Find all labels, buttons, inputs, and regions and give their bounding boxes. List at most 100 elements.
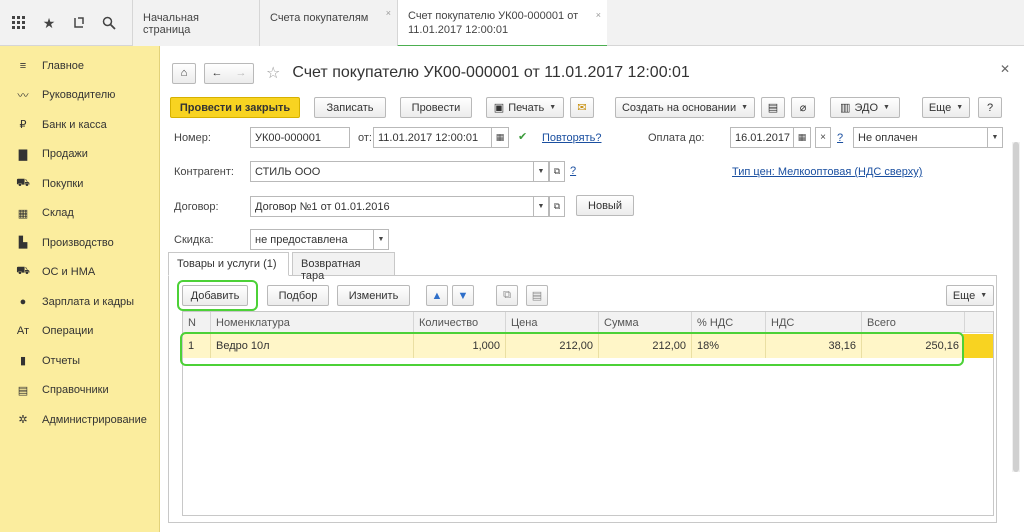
- date-input[interactable]: 11.01.2017 12:00:01: [373, 127, 492, 148]
- column-header[interactable]: Всего: [862, 312, 965, 333]
- sidebar-item-label: ОС и НМА: [42, 266, 96, 279]
- edo-label: ЭДО: [854, 101, 878, 114]
- column-header[interactable]: Номенклатура: [211, 312, 414, 333]
- paste-button[interactable]: ▤: [526, 285, 548, 306]
- column-header[interactable]: НДС: [766, 312, 862, 333]
- close-icon[interactable]: ×: [596, 8, 601, 22]
- sidebar-item[interactable]: ≡ Главное: [0, 51, 159, 81]
- tab-invoice-document[interactable]: Счет покупателю УК00-000001 от 11.01.201…: [397, 0, 607, 47]
- sidebar-item-label: Покупки: [42, 177, 84, 190]
- star-icon[interactable]: ★: [38, 12, 60, 34]
- chevron-down-icon[interactable]: ▼: [987, 127, 1003, 148]
- edo-button[interactable]: ▥ ЭДО ▼: [830, 97, 900, 118]
- more-label: Еще: [928, 101, 952, 114]
- move-down-button[interactable]: ▼: [452, 285, 474, 306]
- sidebar-item[interactable]: ⛟ Покупки: [0, 169, 159, 199]
- bar-chart-icon: ▮: [19, 355, 27, 368]
- vertical-scrollbar[interactable]: [1012, 142, 1020, 472]
- attach-button[interactable]: ⌀: [791, 97, 815, 118]
- help-link[interactable]: ?: [570, 165, 576, 177]
- clear-icon[interactable]: ×: [815, 127, 831, 148]
- repeat-link[interactable]: Повторять?: [542, 132, 602, 144]
- contract-input[interactable]: Договор №1 от 01.01.2016: [250, 196, 534, 217]
- sidebar-item[interactable]: ✲ Администрирование: [0, 405, 159, 435]
- contract-label: Договор:: [174, 201, 219, 213]
- nav-buttons: ← →: [204, 62, 254, 84]
- sidebar-item-label: Операции: [42, 325, 94, 338]
- column-header[interactable]: Количество: [414, 312, 506, 333]
- tab-goods-services[interactable]: Товары и услуги (1): [168, 252, 289, 276]
- payment-status-select[interactable]: Не оплачен: [853, 127, 988, 148]
- scrollbar-thumb[interactable]: [1013, 142, 1019, 472]
- create-based-on-button[interactable]: Создать на основании ▼: [615, 97, 755, 118]
- print-label: Печать: [508, 101, 545, 114]
- table-more-button[interactable]: Еще ▼: [946, 285, 994, 306]
- column-header[interactable]: Сумма: [599, 312, 692, 333]
- apps-grid-icon[interactable]: [8, 12, 30, 34]
- post-and-close-button[interactable]: Провести и закрыть: [170, 97, 300, 118]
- column-header[interactable]: Цена: [506, 312, 599, 333]
- print-button[interactable]: ▣ Печать ▼: [486, 97, 564, 118]
- sidebar-item[interactable]: ₽ Банк и касса: [0, 110, 159, 140]
- open-icon[interactable]: ⧉: [549, 161, 565, 182]
- cart-icon: ⛟: [16, 176, 30, 189]
- search-icon[interactable]: [98, 12, 120, 34]
- chevron-down-icon[interactable]: ▼: [533, 161, 549, 182]
- column-header[interactable]: % НДС: [692, 312, 766, 333]
- open-icon[interactable]: ⧉: [549, 196, 565, 217]
- column-header[interactable]: N: [183, 312, 211, 333]
- select-button[interactable]: Подбор: [267, 285, 329, 306]
- calendar-icon[interactable]: ▦: [491, 127, 509, 148]
- history-icon[interactable]: [68, 12, 90, 34]
- tab-invoices[interactable]: Счета покупателям ×: [259, 0, 397, 46]
- discount-select[interactable]: не предоставлена: [250, 229, 374, 250]
- sidebar-item[interactable]: 〰 Руководителю: [0, 81, 159, 111]
- save-button[interactable]: Записать: [314, 97, 386, 118]
- close-icon[interactable]: ×: [386, 8, 391, 18]
- arrow-down-icon: ▼: [457, 289, 469, 302]
- price-type-link[interactable]: Тип цен: Мелкооптовая (НДС сверху): [732, 166, 922, 178]
- edit-button[interactable]: Изменить: [337, 285, 410, 306]
- main-panel: ⌂ ← → ☆ Счет покупателю УК00-000001 от 1…: [160, 46, 1024, 532]
- document-button[interactable]: ▤: [761, 97, 785, 118]
- home-button[interactable]: ⌂: [172, 62, 196, 84]
- document-icon: ▤: [767, 102, 779, 114]
- sidebar-item[interactable]: ▦ Склад: [0, 199, 159, 229]
- chevron-down-icon[interactable]: ▼: [533, 196, 549, 217]
- close-icon[interactable]: ✕: [1000, 62, 1010, 76]
- sidebar-item[interactable]: ▇ Продажи: [0, 140, 159, 170]
- post-button[interactable]: Провести: [400, 97, 472, 118]
- edo-icon: ▥: [840, 102, 851, 114]
- copy-button[interactable]: ⧉: [496, 285, 518, 306]
- chevron-down-icon[interactable]: ▼: [373, 229, 389, 250]
- calendar-icon[interactable]: ▦: [793, 127, 811, 148]
- sidebar: ≡ Главное 〰 Руководителю ₽ Банк и касса ▇ Прода…: [0, 46, 160, 532]
- more-button[interactable]: Еще ▼: [922, 97, 970, 118]
- back-arrow-icon[interactable]: ←: [212, 67, 223, 79]
- sidebar-item[interactable]: Ат Операции: [0, 317, 159, 347]
- paste-icon: ▤: [531, 290, 543, 302]
- sidebar-item-label: Банк и касса: [42, 118, 107, 131]
- number-input[interactable]: УК00-000001: [250, 127, 350, 148]
- create-based-label: Создать на основании: [621, 101, 737, 114]
- forward-arrow-icon[interactable]: →: [236, 67, 247, 79]
- sidebar-item-label: Продажи: [42, 148, 88, 161]
- tab-home[interactable]: Начальная страница: [132, 0, 259, 46]
- sidebar-item[interactable]: ⛟ ОС и НМА: [0, 258, 159, 288]
- payment-due-input[interactable]: 16.01.2017: [730, 127, 794, 148]
- help-link[interactable]: ?: [837, 132, 843, 144]
- sidebar-item-label: Администрирование: [42, 413, 147, 426]
- email-button[interactable]: ✉: [570, 97, 594, 118]
- sidebar-item[interactable]: ▙ Производство: [0, 228, 159, 258]
- tab-returnable-containers[interactable]: Возвратная тара: [292, 252, 395, 282]
- sidebar-item-label: Склад: [42, 207, 74, 220]
- sidebar-item[interactable]: ▮ Отчеты: [0, 346, 159, 376]
- sidebar-item[interactable]: ● Зарплата и кадры: [0, 287, 159, 317]
- sidebar-item[interactable]: ▤ Справочники: [0, 376, 159, 406]
- home-icon: ⌂: [180, 67, 188, 79]
- help-button[interactable]: ?: [978, 97, 1002, 118]
- new-contract-button[interactable]: Новый: [576, 195, 634, 216]
- move-up-button[interactable]: ▲: [426, 285, 448, 306]
- contractor-input[interactable]: СТИЛЬ ООО: [250, 161, 534, 182]
- favorite-star-icon[interactable]: ☆: [266, 63, 280, 83]
